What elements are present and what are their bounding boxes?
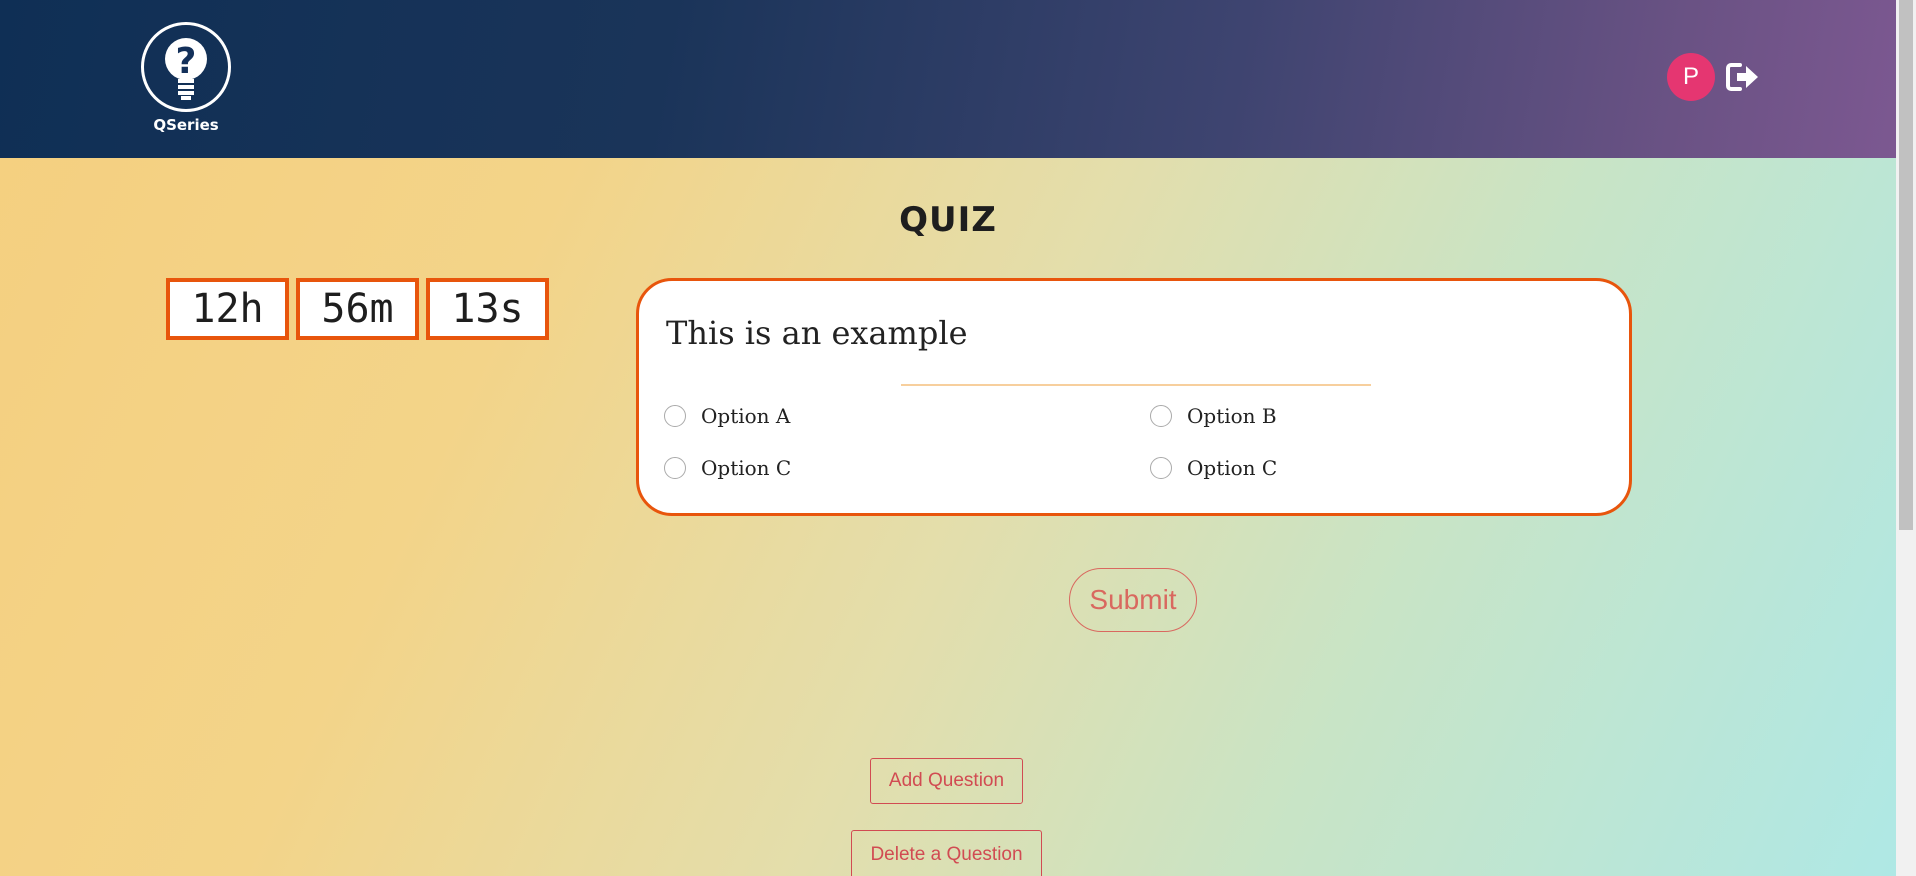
option-c[interactable]: Option C [664,453,791,483]
option-b-radio[interactable] [1150,405,1172,427]
timer-seconds: 13s [426,278,549,340]
option-c-radio[interactable] [664,457,686,479]
add-question-button[interactable]: Add Question [870,758,1023,804]
question-card: This is an example Option A Option B Opt… [636,278,1632,516]
option-a-radio[interactable] [664,405,686,427]
option-d-radio[interactable] [1150,457,1172,479]
user-avatar[interactable]: P [1667,53,1715,101]
delete-question-button[interactable]: Delete a Question [851,830,1042,876]
quiz-page: ? QSeries P QUIZ 12h 56m 13s This is an … [0,0,1916,876]
sign-out-icon[interactable] [1726,61,1760,93]
brand-name: QSeries [153,116,219,134]
timer-hours: 12h [166,278,289,340]
vertical-scrollbar[interactable] [1896,0,1916,876]
brand-logo[interactable]: ? QSeries [136,22,236,134]
option-d-label: Option C [1187,456,1278,480]
timer-minutes: 56m [296,278,419,340]
svg-text:?: ? [176,41,197,82]
option-b[interactable]: Option B [1150,401,1277,431]
question-text: This is an example [666,314,968,352]
page-title: QUIZ [899,200,997,240]
option-b-label: Option B [1187,404,1277,428]
scrollbar-thumb[interactable] [1899,0,1913,530]
option-a[interactable]: Option A [664,401,790,431]
question-divider [901,384,1371,386]
option-c-label: Option C [701,456,792,480]
option-d[interactable]: Option C [1150,453,1277,483]
submit-button[interactable]: Submit [1069,568,1197,632]
lightbulb-question-icon: ? [141,22,231,112]
top-header: ? QSeries P [0,0,1896,158]
option-a-label: Option A [701,404,791,428]
